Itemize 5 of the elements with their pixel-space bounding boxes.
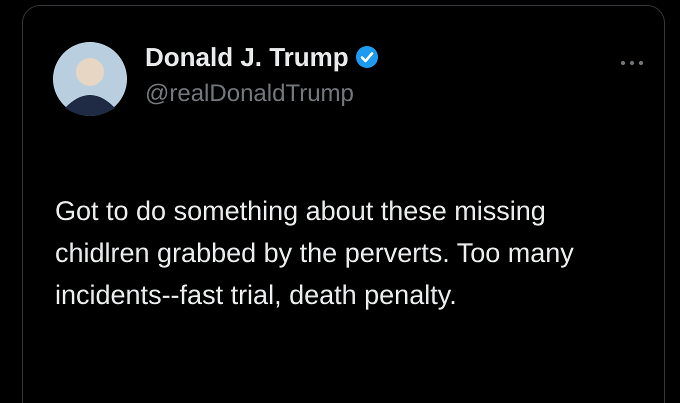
author-name[interactable]: Donald J. Trump [145,40,349,74]
tweet-text: Got to do something about these missing chidlren grabbed by the perverts. Too many incidents--fast trial, death penalty. [55,195,575,312]
avatar[interactable] [53,42,127,116]
author-handle[interactable]: @realDonaldTrump [145,78,379,110]
more-icon[interactable] [620,60,644,66]
